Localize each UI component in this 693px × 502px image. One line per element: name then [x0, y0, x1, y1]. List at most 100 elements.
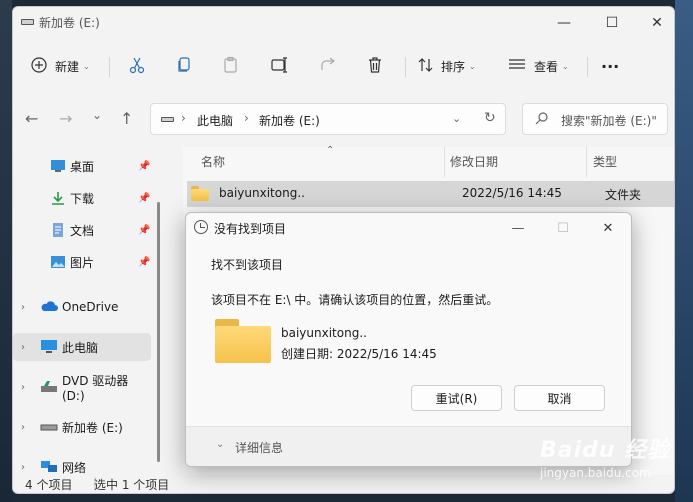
- chevron-right-icon[interactable]: ›: [21, 382, 25, 393]
- more-options-button[interactable]: ···: [601, 53, 619, 79]
- pin-icon[interactable]: 📌: [138, 257, 150, 268]
- cut-button[interactable]: [129, 53, 145, 79]
- desktop-wallpaper-strip: [675, 0, 693, 502]
- file-type: 文件夹: [605, 188, 642, 202]
- sidebar-item-label: 下载: [70, 191, 95, 206]
- dialog-maximize-button[interactable]: ☐: [543, 217, 583, 239]
- plus-circle-icon: [31, 56, 47, 76]
- toolbar-separator: [405, 57, 406, 77]
- refresh-icon[interactable]: ↻: [484, 110, 496, 126]
- search-box[interactable]: 搜索"新加卷 (E:)": [522, 103, 668, 135]
- column-divider[interactable]: [586, 147, 587, 177]
- dialog-file-name: baiyunxitong..: [281, 326, 367, 340]
- window-title: 新加卷 (E:): [39, 16, 100, 30]
- sidebar-item-this-pc[interactable]: › 此电脑: [13, 333, 151, 361]
- sidebar-item-desktop[interactable]: 桌面 📌: [13, 152, 151, 180]
- sort-ascending-icon: ⌃: [326, 145, 335, 156]
- copy-icon: [176, 56, 192, 77]
- breadcrumb-volume-e[interactable]: 新加卷 (E:): [259, 112, 320, 129]
- search-icon: [535, 111, 549, 129]
- paste-button[interactable]: [223, 53, 239, 79]
- pin-icon[interactable]: 📌: [138, 193, 150, 204]
- breadcrumb-this-pc[interactable]: 此电脑: [197, 112, 233, 129]
- dialog-close-button[interactable]: ✕: [588, 217, 628, 239]
- sidebar-item-downloads[interactable]: 下载 📌: [13, 184, 151, 212]
- toolbar-separator: [109, 57, 110, 77]
- sidebar-item-volume-e[interactable]: › 新加卷 (E:): [13, 413, 151, 441]
- sidebar-item-onedrive[interactable]: › OneDrive: [13, 293, 151, 321]
- chevron-down-icon: ⌄: [83, 61, 90, 71]
- desktop-icon: [50, 159, 66, 173]
- new-button[interactable]: 新建 ⌄: [31, 53, 90, 79]
- minimize-button[interactable]: —: [542, 11, 586, 35]
- column-header-date[interactable]: 修改日期: [450, 153, 498, 170]
- sidebar-item-documents[interactable]: 文档 📌: [13, 216, 151, 244]
- chevron-right-icon[interactable]: ›: [21, 422, 25, 433]
- chevron-down-icon: ⌄: [562, 61, 569, 71]
- address-bar[interactable]: › 此电脑 › 新加卷 (E:) ⌄ ↻: [150, 103, 506, 135]
- folder-icon: [191, 186, 209, 201]
- column-divider[interactable]: [444, 147, 445, 177]
- share-button[interactable]: [319, 53, 337, 79]
- network-icon: [40, 460, 57, 474]
- sidebar-item-pictures[interactable]: 图片 📌: [13, 248, 151, 276]
- copy-button[interactable]: [176, 53, 192, 79]
- chevron-down-icon[interactable]: ⌄: [452, 112, 461, 125]
- details-toggle[interactable]: 详细信息: [235, 439, 283, 456]
- table-row[interactable]: baiyunxitong.. 2022/5/16 14:45 文件夹: [187, 181, 674, 207]
- folder-icon: [215, 319, 271, 363]
- sort-button[interactable]: 排序 ⌄: [417, 53, 476, 79]
- dialog-heading: 找不到该项目: [211, 258, 284, 272]
- drive-icon: [21, 19, 34, 25]
- close-button[interactable]: ✕: [635, 11, 674, 35]
- column-header-type[interactable]: 类型: [593, 153, 617, 170]
- sidebar-item-label: 图片: [70, 255, 95, 270]
- clipboard-icon: [223, 56, 239, 77]
- dialog-title: 没有找到项目: [214, 222, 287, 236]
- sidebar-item-dvd-drive[interactable]: › DVD 驱动器 (D:): [13, 373, 151, 403]
- cloud-icon: [40, 300, 58, 314]
- sidebar-item-label: 此电脑: [62, 340, 99, 355]
- delete-button[interactable]: [367, 53, 383, 79]
- chevron-right-icon: ›: [181, 111, 186, 125]
- column-header-name[interactable]: 名称: [201, 153, 225, 170]
- maximize-button[interactable]: ☐: [590, 11, 634, 35]
- dialog-message: 该项目不在 E:\ 中。请确认该项目的位置，然后重试。: [211, 293, 499, 307]
- picture-icon: [50, 255, 66, 269]
- sidebar-scrollbar[interactable]: [157, 202, 160, 462]
- title-bar[interactable]: 新加卷 (E:) — ☐ ✕: [13, 7, 674, 39]
- chevron-right-icon[interactable]: ›: [21, 302, 25, 313]
- command-bar: 新建 ⌄ 排序 ⌄ 查看 ⌄ ···: [13, 47, 674, 85]
- sort-label: 排序: [441, 59, 466, 74]
- up-arrow-icon[interactable]: ↑: [120, 109, 133, 128]
- watermark-url: jingyan.baidu.com: [540, 466, 651, 480]
- chevron-right-icon[interactable]: ›: [21, 342, 25, 353]
- scissors-icon: [129, 56, 145, 77]
- chevron-down-icon[interactable]: ⌄: [216, 439, 224, 450]
- clock-icon: [194, 220, 208, 234]
- sidebar-item-label: DVD 驱动器 (D:): [62, 373, 129, 403]
- pin-icon[interactable]: 📌: [138, 225, 150, 236]
- pin-icon[interactable]: 📌: [138, 161, 150, 172]
- drive-icon: [161, 117, 174, 122]
- view-button[interactable]: 查看 ⌄: [508, 53, 569, 79]
- dvd-icon: [40, 380, 57, 394]
- dialog-minimize-button[interactable]: —: [498, 217, 538, 239]
- chevron-right-icon[interactable]: ›: [21, 462, 25, 473]
- selected-count: 选中 1 个项目: [94, 478, 170, 492]
- sidebar-item-label: 桌面: [70, 159, 95, 174]
- sort-icon: [417, 56, 435, 77]
- download-icon: [50, 191, 66, 205]
- item-count: 4 个项目: [25, 478, 73, 492]
- chevron-right-icon: ›: [244, 111, 249, 125]
- retry-button[interactable]: 重试(R): [411, 385, 502, 411]
- cancel-button[interactable]: 取消: [514, 385, 605, 411]
- search-placeholder: 搜索"新加卷 (E:)": [561, 114, 657, 128]
- baidu-watermark: Baidu 经验 jingyan.baidu.com: [540, 432, 680, 492]
- recent-locations-icon[interactable]: ⌄: [92, 108, 102, 122]
- back-arrow-icon[interactable]: ←: [25, 109, 38, 128]
- rename-button[interactable]: [271, 53, 289, 79]
- forward-arrow-icon[interactable]: →: [59, 109, 72, 128]
- new-label: 新建: [55, 59, 80, 74]
- not-found-dialog: 没有找到项目 — ☐ ✕ 找不到该项目 该项目不在 E:\ 中。请确认该项目的位…: [185, 212, 632, 467]
